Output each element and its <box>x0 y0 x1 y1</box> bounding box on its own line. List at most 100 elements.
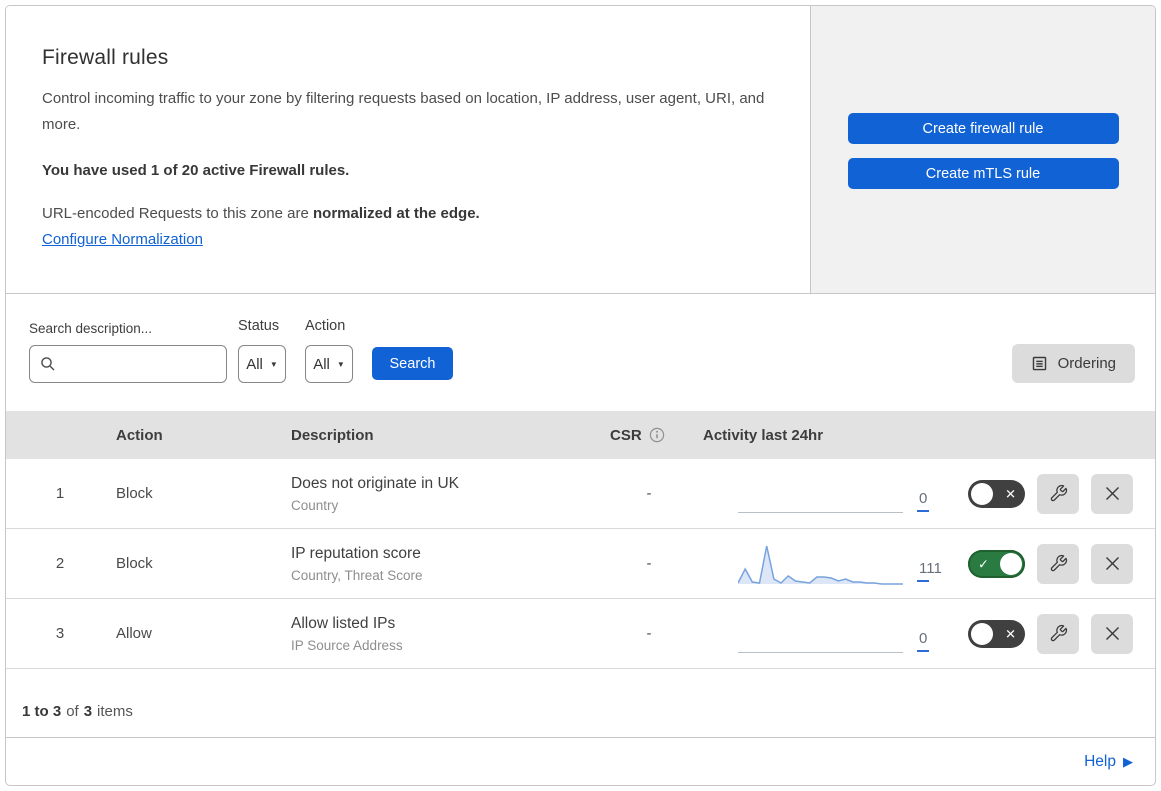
rule-controls-cell: ✓ ✕ <box>944 459 1155 528</box>
rule-activity-cell: 0 <box>694 459 944 528</box>
rule-action: Block <box>116 555 153 572</box>
close-icon <box>1105 487 1119 500</box>
edit-rule-button[interactable] <box>1037 473 1079 514</box>
close-icon <box>1105 557 1119 570</box>
normalization-bold-text: normalized at the edge. <box>313 204 480 222</box>
firewall-rules-panel: Firewall rules Control incoming traffic … <box>5 5 1156 786</box>
ordering-button-label: Ordering <box>1057 355 1116 372</box>
chevron-down-icon: ▼ <box>269 359 278 369</box>
of-text: of <box>66 703 79 720</box>
rule-description-cell: Does not originate in UK Country <box>271 459 604 528</box>
wrench-icon <box>1050 624 1067 642</box>
table-row: 1 Block Does not originate in UK Country… <box>6 459 1155 529</box>
action-filter-dropdown[interactable]: All ▼ <box>305 345 353 383</box>
rule-controls-cell: ✓ ✕ <box>944 599 1155 668</box>
status-filter-value: All <box>246 355 263 373</box>
table-body: 1 Block Does not originate in UK Country… <box>6 459 1155 669</box>
create-mtls-rule-button[interactable]: Create mTLS rule <box>847 158 1119 189</box>
activity-count-link[interactable]: 0 <box>917 490 929 512</box>
column-action: Action <box>116 426 163 444</box>
help-link[interactable]: Help <box>1084 753 1116 771</box>
column-activity: Activity last 24hr <box>703 426 824 444</box>
chevron-down-icon: ▼ <box>336 359 345 369</box>
delete-rule-button[interactable] <box>1091 473 1133 514</box>
rule-match-fields: Country <box>291 497 339 513</box>
arrow-right-icon[interactable]: ▶ <box>1123 754 1133 770</box>
table-row: 3 Allow Allow listed IPs IP Source Addre… <box>6 599 1155 669</box>
wrench-icon <box>1050 484 1067 502</box>
rule-enabled-toggle[interactable]: ✓ ✕ <box>968 479 1025 508</box>
items-range: 1 to 3 <box>22 703 62 720</box>
delete-rule-button[interactable] <box>1091 543 1133 584</box>
activity-sparkline <box>738 612 903 656</box>
activity-sparkline <box>738 542 903 586</box>
edit-rule-button[interactable] <box>1037 613 1079 654</box>
search-input[interactable] <box>29 345 227 383</box>
usage-summary: You have used 1 of 20 active Firewall ru… <box>42 161 350 179</box>
normalization-text: URL-encoded Requests to this zone are <box>42 204 313 222</box>
status-filter-dropdown[interactable]: All ▼ <box>238 345 286 383</box>
rule-action: Allow <box>116 625 152 642</box>
column-description: Description <box>291 426 374 444</box>
rule-description: Does not originate in UK <box>291 474 460 492</box>
activity-flat-line <box>738 511 903 513</box>
filter-section: Search description... Status All ▼ Actio… <box>6 294 1155 411</box>
activity-flat-line <box>738 651 903 653</box>
create-firewall-rule-button[interactable]: Create firewall rule <box>847 113 1119 144</box>
rule-csr-value: - <box>646 625 652 642</box>
rule-description-cell: IP reputation score Country, Threat Scor… <box>271 529 604 598</box>
status-filter-label: Status <box>238 318 280 334</box>
help-bar: Help ▶ <box>6 737 1155 785</box>
wrench-icon <box>1050 554 1067 572</box>
items-total: 3 <box>83 703 93 720</box>
rule-activity-cell: 0 <box>694 599 944 668</box>
rule-csr-value: - <box>646 485 652 502</box>
sparkline-chart <box>738 545 903 585</box>
toggle-knob <box>971 482 993 505</box>
normalization-note: URL-encoded Requests to this zone are no… <box>42 205 770 222</box>
page-title: Firewall rules <box>42 46 169 69</box>
rule-priority: 3 <box>55 625 65 642</box>
ordering-button[interactable]: Ordering <box>1011 344 1135 383</box>
toggle-check-icon: ✓ <box>978 556 989 571</box>
column-csr-label: CSR <box>610 426 642 444</box>
action-filter-label: Action <box>305 318 346 334</box>
items-text: items <box>97 703 133 720</box>
intro-card: Firewall rules Control incoming traffic … <box>6 6 811 293</box>
pagination-summary: 1 to 3 of 3 items <box>6 669 1155 736</box>
table-row: 2 Block IP reputation score Country, Thr… <box>6 529 1155 599</box>
rule-activity-cell: 111 <box>694 529 944 598</box>
rule-enabled-toggle[interactable]: ✓ ✕ <box>968 619 1025 648</box>
rule-csr-value: - <box>646 555 652 572</box>
activity-count-link[interactable]: 0 <box>917 630 929 652</box>
rule-match-fields: Country, Threat Score <box>291 567 423 583</box>
info-icon[interactable] <box>649 427 665 443</box>
edit-rule-button[interactable] <box>1037 543 1079 584</box>
toggle-x-icon: ✕ <box>1005 486 1016 501</box>
close-icon <box>1105 627 1119 640</box>
configure-normalization-link[interactable]: Configure Normalization <box>42 231 203 248</box>
rule-description: IP reputation score <box>291 544 421 562</box>
rule-action: Block <box>116 485 153 502</box>
rule-priority: 1 <box>55 485 65 502</box>
search-button[interactable]: Search <box>372 347 453 380</box>
column-csr: CSR <box>604 427 694 444</box>
activity-sparkline <box>738 472 903 516</box>
toggle-x-icon: ✕ <box>1005 626 1016 641</box>
page-description: Control incoming traffic to your zone by… <box>42 90 765 134</box>
rule-controls-cell: ✓ ✕ <box>944 529 1155 598</box>
header-section: Firewall rules Control incoming traffic … <box>6 6 1155 294</box>
rule-match-fields: IP Source Address <box>291 637 403 653</box>
search-label: Search description... <box>29 321 153 336</box>
action-filter-value: All <box>313 355 330 373</box>
toggle-knob <box>971 622 993 645</box>
activity-count-link[interactable]: 111 <box>917 560 942 582</box>
list-document-icon <box>1031 355 1048 372</box>
search-field-wrap <box>29 345 227 383</box>
delete-rule-button[interactable] <box>1091 613 1133 654</box>
rule-enabled-toggle[interactable]: ✓ ✕ <box>968 549 1025 578</box>
toggle-knob <box>1000 552 1022 575</box>
table-header: Action Description CSR Activity last 24h… <box>6 411 1155 459</box>
rule-priority: 2 <box>55 555 65 572</box>
action-side-panel: Create firewall rule Create mTLS rule <box>811 6 1155 293</box>
